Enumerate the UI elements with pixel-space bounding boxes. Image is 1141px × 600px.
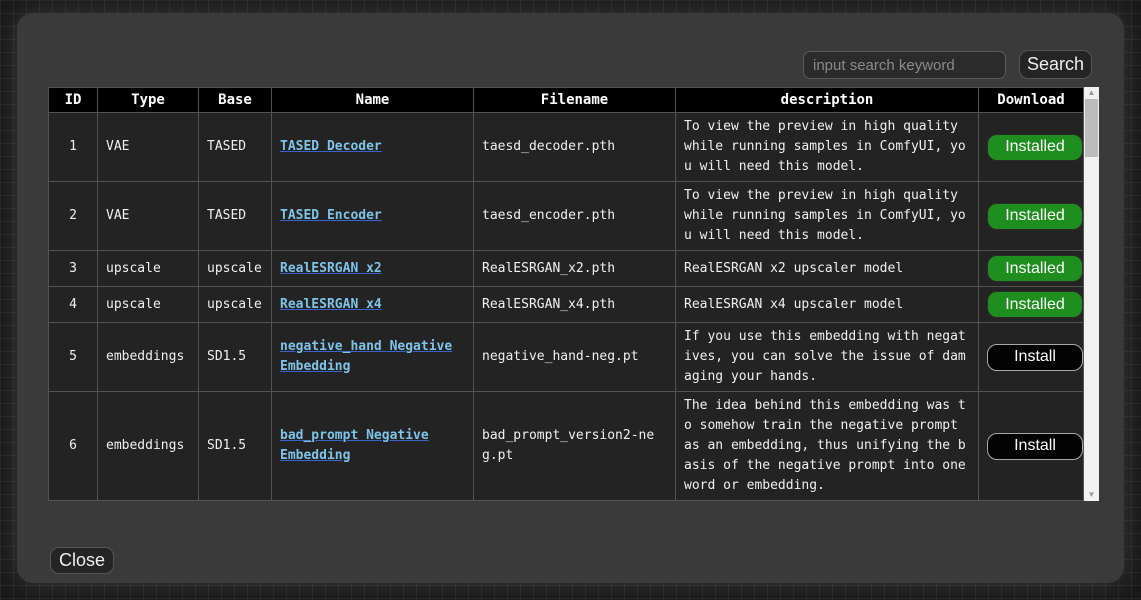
cell-download: Installed bbox=[979, 113, 1084, 182]
model-name-link[interactable]: TASED Decoder bbox=[280, 139, 382, 154]
cell-type: upscale bbox=[98, 251, 199, 287]
cell-name: TASED Encoder bbox=[272, 182, 474, 251]
column-header-base: Base bbox=[199, 88, 272, 113]
install-button[interactable]: Install bbox=[987, 344, 1083, 371]
cell-name: negative_hand Negative Embedding bbox=[272, 323, 474, 392]
cell-id: 1 bbox=[49, 113, 98, 182]
model-name-link[interactable]: RealESRGAN x4 bbox=[280, 297, 382, 312]
column-header-id: ID bbox=[49, 88, 98, 113]
table-scrollbar[interactable]: ▲ ▼ bbox=[1084, 87, 1099, 501]
cell-description: RealESRGAN x4 upscaler model bbox=[676, 287, 979, 323]
cell-filename: bad_prompt_version2-neg.pt bbox=[474, 392, 676, 501]
table-row: 2 VAE TASED TASED Encoder taesd_encoder.… bbox=[49, 182, 1084, 251]
cell-filename: negative_hand-neg.pt bbox=[474, 323, 676, 392]
cell-description: To view the preview in high quality whil… bbox=[676, 182, 979, 251]
install-button[interactable]: Install bbox=[987, 433, 1083, 460]
cell-name: RealESRGAN x4 bbox=[272, 287, 474, 323]
cell-type: upscale bbox=[98, 287, 199, 323]
column-header-type: Type bbox=[98, 88, 199, 113]
installed-button[interactable]: Installed bbox=[987, 203, 1083, 230]
column-header-description: description bbox=[676, 88, 979, 113]
cell-base: upscale bbox=[199, 251, 272, 287]
cell-base: SD1.5 bbox=[199, 392, 272, 501]
cell-download: Installed bbox=[979, 251, 1084, 287]
table-header-row: ID Type Base Name Filename description D… bbox=[49, 88, 1084, 113]
cell-id: 5 bbox=[49, 323, 98, 392]
column-header-name: Name bbox=[272, 88, 474, 113]
cell-name: TASED Decoder bbox=[272, 113, 474, 182]
table-row: 6 embeddings SD1.5 bad_prompt Negative E… bbox=[49, 392, 1084, 501]
models-table: ID Type Base Name Filename description D… bbox=[48, 87, 1084, 501]
cell-base: TASED bbox=[199, 182, 272, 251]
cell-type: embeddings bbox=[98, 323, 199, 392]
scroll-down-icon[interactable]: ▼ bbox=[1084, 489, 1099, 501]
table-row: 3 upscale upscale RealESRGAN x2 RealESRG… bbox=[49, 251, 1084, 287]
search-button[interactable]: Search bbox=[1019, 50, 1092, 79]
cell-type: VAE bbox=[98, 182, 199, 251]
table-row: 5 embeddings SD1.5 negative_hand Negativ… bbox=[49, 323, 1084, 392]
model-install-dialog: Search ID Type Base Name Filename descri… bbox=[17, 13, 1124, 583]
close-button[interactable]: Close bbox=[50, 547, 114, 574]
cell-base: SD1.5 bbox=[199, 323, 272, 392]
cell-id: 6 bbox=[49, 392, 98, 501]
scroll-up-icon[interactable]: ▲ bbox=[1084, 87, 1099, 99]
model-name-link[interactable]: bad_prompt Negative Embedding bbox=[280, 428, 429, 463]
cell-description: If you use this embedding with negatives… bbox=[676, 323, 979, 392]
cell-description: The idea behind this embedding was to so… bbox=[676, 392, 979, 501]
cell-base: upscale bbox=[199, 287, 272, 323]
cell-base: TASED bbox=[199, 113, 272, 182]
installed-button[interactable]: Installed bbox=[987, 255, 1083, 282]
scrollbar-thumb[interactable] bbox=[1085, 99, 1098, 157]
cell-download: Install bbox=[979, 392, 1084, 501]
cell-description: RealESRGAN x2 upscaler model bbox=[676, 251, 979, 287]
model-name-link[interactable]: negative_hand Negative Embedding bbox=[280, 339, 452, 374]
cell-filename: RealESRGAN_x2.pth bbox=[474, 251, 676, 287]
model-name-link[interactable]: RealESRGAN x2 bbox=[280, 261, 382, 276]
cell-name: bad_prompt Negative Embedding bbox=[272, 392, 474, 501]
cell-download: Installed bbox=[979, 287, 1084, 323]
cell-download: Installed bbox=[979, 182, 1084, 251]
installed-button[interactable]: Installed bbox=[987, 291, 1083, 318]
cell-filename: taesd_decoder.pth bbox=[474, 113, 676, 182]
cell-description: To view the preview in high quality whil… bbox=[676, 113, 979, 182]
cell-download: Install bbox=[979, 323, 1084, 392]
search-input[interactable] bbox=[803, 51, 1006, 79]
cell-name: RealESRGAN x2 bbox=[272, 251, 474, 287]
column-header-filename: Filename bbox=[474, 88, 676, 113]
model-name-link[interactable]: TASED Encoder bbox=[280, 208, 382, 223]
cell-id: 4 bbox=[49, 287, 98, 323]
column-header-download: Download bbox=[979, 88, 1084, 113]
cell-id: 2 bbox=[49, 182, 98, 251]
cell-id: 3 bbox=[49, 251, 98, 287]
models-table-container: ID Type Base Name Filename description D… bbox=[48, 87, 1099, 501]
cell-type: embeddings bbox=[98, 392, 199, 501]
cell-filename: taesd_encoder.pth bbox=[474, 182, 676, 251]
cell-type: VAE bbox=[98, 113, 199, 182]
installed-button[interactable]: Installed bbox=[987, 134, 1083, 161]
table-row: 4 upscale upscale RealESRGAN x4 RealESRG… bbox=[49, 287, 1084, 323]
cell-filename: RealESRGAN_x4.pth bbox=[474, 287, 676, 323]
table-row: 1 VAE TASED TASED Decoder taesd_decoder.… bbox=[49, 113, 1084, 182]
